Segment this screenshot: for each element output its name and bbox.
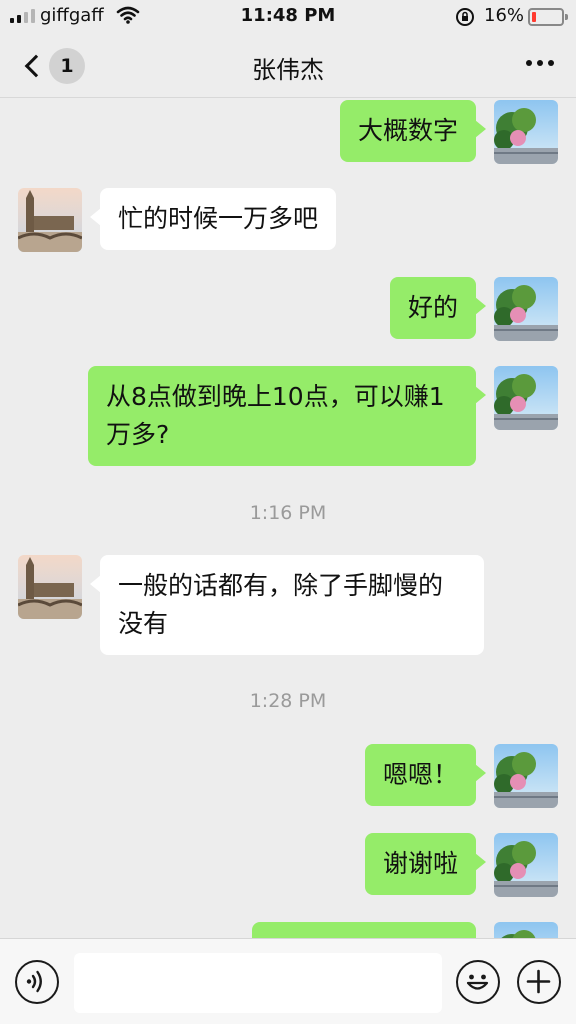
message-bubble-sent[interactable]: 从8点做到晚上10点，可以赚1 万多? — [88, 366, 486, 466]
plus-icon[interactable] — [517, 960, 561, 1004]
more-icon[interactable] — [526, 60, 554, 66]
my-avatar[interactable] — [494, 277, 558, 341]
emoji-icon[interactable] — [456, 960, 500, 1004]
message-timestamp: 1:28 PM — [249, 690, 327, 712]
battery-level-fill — [532, 12, 536, 22]
message-bubble-received[interactable]: 忙的时候一万多吧 — [89, 188, 337, 250]
my-avatar[interactable] — [494, 100, 558, 164]
my-avatar[interactable] — [494, 366, 558, 430]
contact-avatar[interactable] — [18, 555, 82, 619]
battery-icon — [528, 8, 568, 26]
message-bubble-sent[interactable]: 嗯嗯！ — [364, 744, 487, 806]
battery-percent: 16% — [484, 5, 525, 26]
message-line: 没有 — [118, 609, 169, 638]
message-line: 从8点做到晚上10点，可以赚1 — [106, 382, 445, 411]
message-text-input[interactable] — [74, 953, 442, 1013]
contact-avatar[interactable] — [18, 188, 82, 252]
message-bubble-received[interactable]: 一般的话都有，除了手脚慢的 没有 — [90, 555, 484, 655]
chat-nav-bar: 1 张伟杰 — [0, 34, 576, 98]
message-bubble-sent[interactable]: 好的 — [389, 277, 487, 339]
message-bubble-sent[interactable]: 谢谢啦 — [364, 833, 487, 895]
my-avatar[interactable] — [494, 833, 558, 897]
voice-icon[interactable] — [15, 960, 59, 1004]
message-bubble-sent[interactable] — [252, 922, 476, 938]
message-input-bar — [0, 938, 576, 1024]
my-avatar[interactable] — [494, 744, 558, 808]
message-line: 万多? — [106, 420, 170, 449]
chat-message-list[interactable]: 大概数字 忙的时候一万多吧 好的 从8点做到晚上10点，可以赚1 万多? 1:1… — [0, 98, 576, 938]
message-timestamp: 1:16 PM — [249, 502, 327, 524]
my-avatar[interactable] — [494, 922, 558, 938]
message-line: 一般的话都有，除了手脚慢的 — [118, 571, 444, 600]
chat-title: 张伟杰 — [252, 56, 324, 84]
message-bubble-sent[interactable]: 大概数字 — [339, 100, 487, 162]
status-bar: giffgaff 11:48 PM 16% — [0, 0, 576, 34]
rotation-lock-icon — [455, 7, 475, 32]
